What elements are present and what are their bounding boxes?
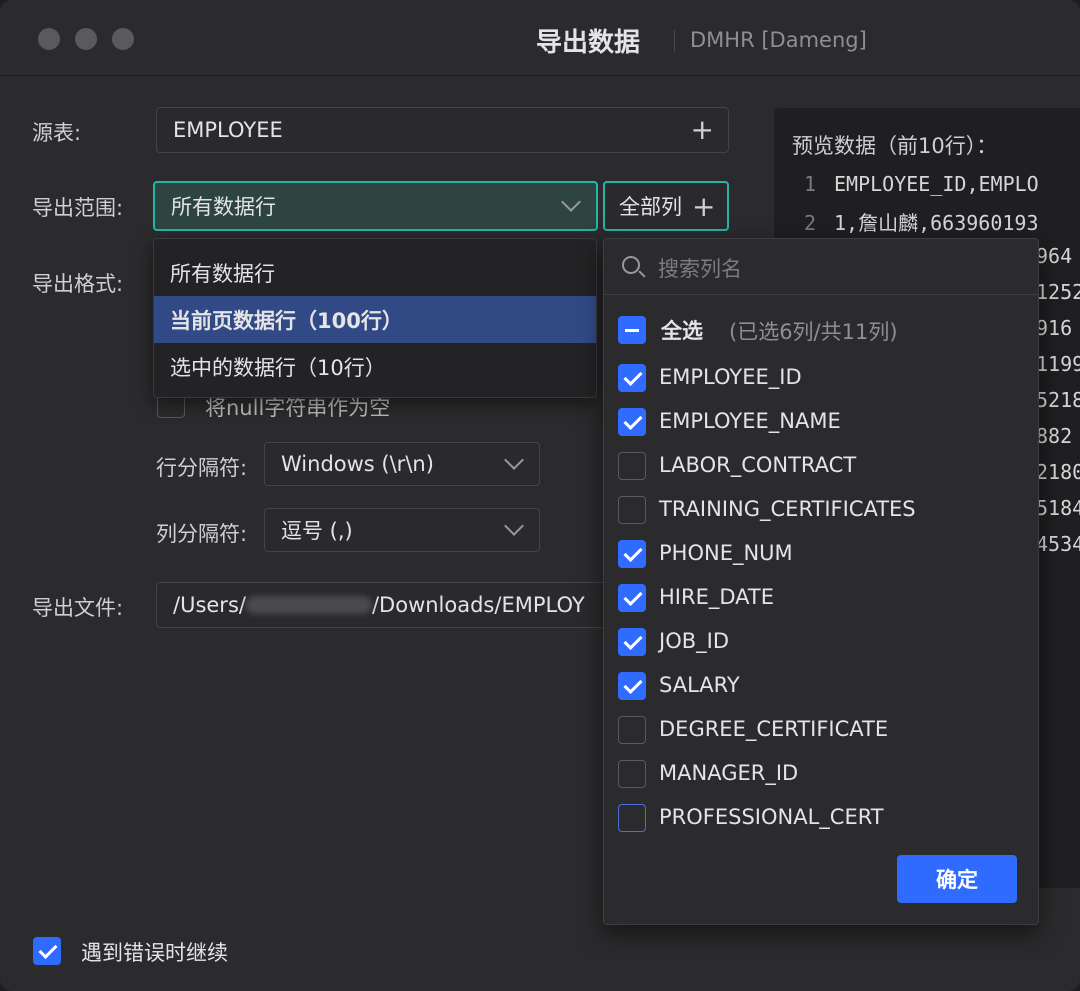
row-separator-label: 行分隔符:	[156, 456, 248, 480]
column-checkbox[interactable]	[618, 628, 646, 656]
column-name: DEGREE_CERTIFICATE	[659, 717, 889, 741]
column-checkbox[interactable]	[618, 408, 646, 436]
column-name: EMPLOYEE_NAME	[659, 409, 841, 433]
column-checkbox[interactable]	[618, 760, 646, 788]
export-range-dropdown: 所有数据行 当前页数据行（100行） 选中的数据行（10行）	[153, 238, 597, 398]
zoom-window-button[interactable]	[112, 28, 134, 50]
export-format-label: 导出格式:	[32, 272, 124, 296]
continue-on-error-label[interactable]: 遇到错误时继续	[81, 937, 228, 967]
range-option-selected-rows[interactable]: 选中的数据行（10行）	[154, 343, 596, 390]
column-checkbox[interactable]	[618, 804, 646, 832]
column-option[interactable]: JOB_ID	[618, 624, 1018, 660]
column-option[interactable]: DEGREE_CERTIFICATE	[618, 712, 1018, 748]
title-bar: 导出数据 DMHR [Dameng]	[0, 0, 1080, 76]
select-all-label[interactable]: 全选	[661, 315, 703, 345]
source-table-label: 源表:	[32, 121, 82, 145]
column-option[interactable]: TRAINING_CERTIFICATES	[618, 492, 1018, 528]
export-data-window: 导出数据 DMHR [Dameng] 源表: EMPLOYEE + 导出范围: …	[0, 0, 1080, 991]
source-table-value: EMPLOYEE	[173, 118, 283, 142]
column-checkbox[interactable]	[618, 540, 646, 568]
column-checkbox[interactable]	[618, 716, 646, 744]
preview-line: 2 1,詹山麟,663960193	[803, 211, 1039, 235]
column-option[interactable]: HIRE_DATE	[618, 580, 1018, 616]
all-columns-button[interactable]: 全部列 +	[603, 181, 729, 231]
column-checkbox[interactable]	[618, 672, 646, 700]
preview-line: 964	[1036, 244, 1073, 268]
column-option[interactable]: PHONE_NUM	[618, 536, 1018, 572]
column-checkbox[interactable]	[618, 584, 646, 612]
search-icon	[622, 256, 640, 274]
column-name: EMPLOYEE_ID	[659, 365, 802, 389]
column-option[interactable]: LABOR_CONTRACT	[618, 448, 1018, 484]
column-separator-label: 列分隔符:	[156, 522, 248, 546]
column-option[interactable]: PROFESSIONAL_CERT	[618, 800, 1018, 836]
preview-line: 1 EMPLOYEE_ID,EMPLO	[803, 172, 1039, 196]
row-separator-value: Windows (\r\n)	[281, 452, 434, 476]
column-separator-select[interactable]: 逗号 (,)	[264, 508, 540, 552]
column-search-input[interactable]: 搜索列名	[658, 253, 742, 283]
preview-line: 916	[1036, 316, 1073, 340]
column-checkbox[interactable]	[618, 364, 646, 392]
file-path-prefix: /Users/	[173, 593, 246, 617]
chevron-down-icon	[504, 516, 524, 536]
preview-line: 5184	[1036, 496, 1080, 520]
add-table-icon[interactable]: +	[691, 113, 714, 146]
confirm-button[interactable]: 确定	[897, 855, 1017, 903]
preview-line: 1199	[1036, 352, 1080, 376]
preview-line: 882	[1036, 424, 1073, 448]
column-checkbox[interactable]	[618, 452, 646, 480]
preview-line: 2180	[1036, 460, 1080, 484]
file-path-suffix: /Downloads/EMPLOY	[371, 593, 585, 617]
column-name: TRAINING_CERTIFICATES	[659, 497, 916, 521]
column-name: LABOR_CONTRACT	[659, 453, 857, 477]
export-range-select[interactable]: 所有数据行	[153, 181, 598, 231]
select-all-checkbox[interactable]	[618, 316, 646, 344]
column-name: PHONE_NUM	[659, 541, 793, 565]
column-option[interactable]: MANAGER_ID	[618, 756, 1018, 792]
column-separator-value: 逗号 (,)	[281, 519, 353, 543]
column-search[interactable]: 搜索列名	[604, 239, 1038, 295]
preview-line: 1252	[1036, 280, 1080, 304]
window-title: 导出数据	[536, 28, 641, 58]
connection-name: DMHR [Dameng]	[690, 28, 867, 52]
column-option[interactable]: SALARY	[618, 668, 1018, 704]
export-range-label: 导出范围:	[32, 196, 124, 220]
selected-count: (已选6列/共11列)	[729, 320, 898, 344]
row-separator-select[interactable]: Windows (\r\n)	[264, 442, 540, 486]
column-option[interactable]: EMPLOYEE_NAME	[618, 404, 1018, 440]
chevron-down-icon	[504, 450, 524, 470]
preview-line: 4534	[1036, 532, 1080, 556]
range-option-current-page[interactable]: 当前页数据行（100行）	[154, 296, 596, 343]
range-option-all[interactable]: 所有数据行	[154, 249, 596, 296]
column-name: MANAGER_ID	[659, 761, 799, 785]
continue-on-error-checkbox[interactable]	[33, 937, 61, 965]
column-checkbox[interactable]	[618, 496, 646, 524]
column-chooser-popup: 搜索列名 全选 (已选6列/共11列) EMPLOYEE_ID EMPLOYEE…	[603, 238, 1039, 925]
column-name: JOB_ID	[659, 629, 729, 653]
close-window-button[interactable]	[38, 28, 60, 50]
column-name: PROFESSIONAL_CERT	[659, 805, 884, 829]
export-file-label: 导出文件:	[32, 596, 124, 620]
column-name: SALARY	[659, 673, 740, 697]
column-option[interactable]: EMPLOYEE_ID	[618, 360, 1018, 396]
minimize-window-button[interactable]	[75, 28, 97, 50]
chevron-down-icon	[561, 192, 581, 212]
source-table-field[interactable]: EMPLOYEE +	[156, 107, 729, 153]
column-name: HIRE_DATE	[659, 585, 774, 609]
preview-line: 5218	[1036, 388, 1080, 412]
export-range-value: 所有数据行	[171, 195, 276, 219]
redacted-username	[245, 596, 372, 614]
export-file-path-input[interactable]: /Users/ /Downloads/EMPLOY	[156, 582, 616, 628]
preview-title: 预览数据（前10行）：	[792, 134, 998, 158]
add-icon: +	[692, 189, 716, 223]
all-columns-label: 全部列	[619, 195, 682, 219]
title-divider	[674, 30, 675, 52]
